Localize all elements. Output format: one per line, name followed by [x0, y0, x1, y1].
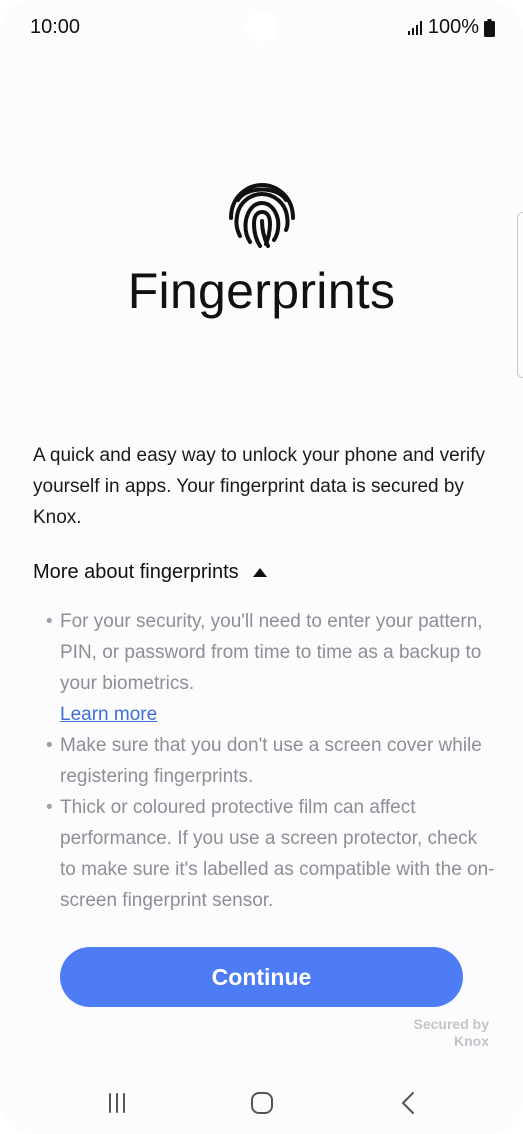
- description-text: A quick and easy way to unlock your phon…: [33, 445, 486, 528]
- home-icon: [251, 1092, 273, 1114]
- more-about-toggle[interactable]: More about fingerprints: [33, 561, 267, 584]
- screen: 10:00 100% Fingerprints A quick and easy…: [0, 0, 523, 1134]
- status-time: 10:00: [30, 16, 81, 38]
- back-icon: [402, 1092, 414, 1114]
- status-indicators: 100%: [407, 16, 495, 39]
- battery-percent: 100%: [427, 16, 479, 38]
- bullet-icon: •: [46, 797, 53, 818]
- secured-by-line1: Secured by: [413, 1016, 489, 1032]
- battery-icon: [484, 18, 495, 37]
- more-about-label: More about fingerprints: [33, 561, 239, 583]
- secured-by-line2: Knox: [454, 1033, 489, 1049]
- page-title: Fingerprints: [127, 263, 396, 319]
- secured-by-knox: Secured by Knox: [414, 1016, 489, 1050]
- caret-up-icon: [252, 568, 267, 577]
- bullet-text: Make sure that you don't use a screen co…: [60, 735, 482, 787]
- navigation-bar: [0, 1072, 523, 1132]
- info-list: • For your security, you'll need to ente…: [46, 606, 496, 916]
- recents-button[interactable]: [102, 1088, 132, 1118]
- list-item: • For your security, you'll need to ente…: [46, 606, 496, 730]
- bullet-icon: •: [46, 735, 53, 756]
- bullet-text: For your security, you'll need to enter …: [60, 611, 483, 694]
- bullet-icon: •: [46, 611, 53, 632]
- home-button[interactable]: [247, 1088, 277, 1118]
- back-button[interactable]: [394, 1088, 424, 1118]
- recents-icon: [109, 1093, 125, 1113]
- status-bar: 10:00 100%: [0, 0, 523, 56]
- continue-button[interactable]: Continue: [60, 947, 463, 1007]
- signal-icon: [407, 20, 422, 35]
- camera-cutout: [246, 10, 278, 42]
- learn-more-link[interactable]: Learn more: [60, 699, 496, 730]
- list-item: • Make sure that you don't use a screen …: [46, 730, 496, 792]
- fingerprint-icon: [229, 182, 295, 248]
- list-item: • Thick or coloured protective film can …: [46, 792, 496, 916]
- bullet-text: Thick or coloured protective film can af…: [60, 797, 495, 911]
